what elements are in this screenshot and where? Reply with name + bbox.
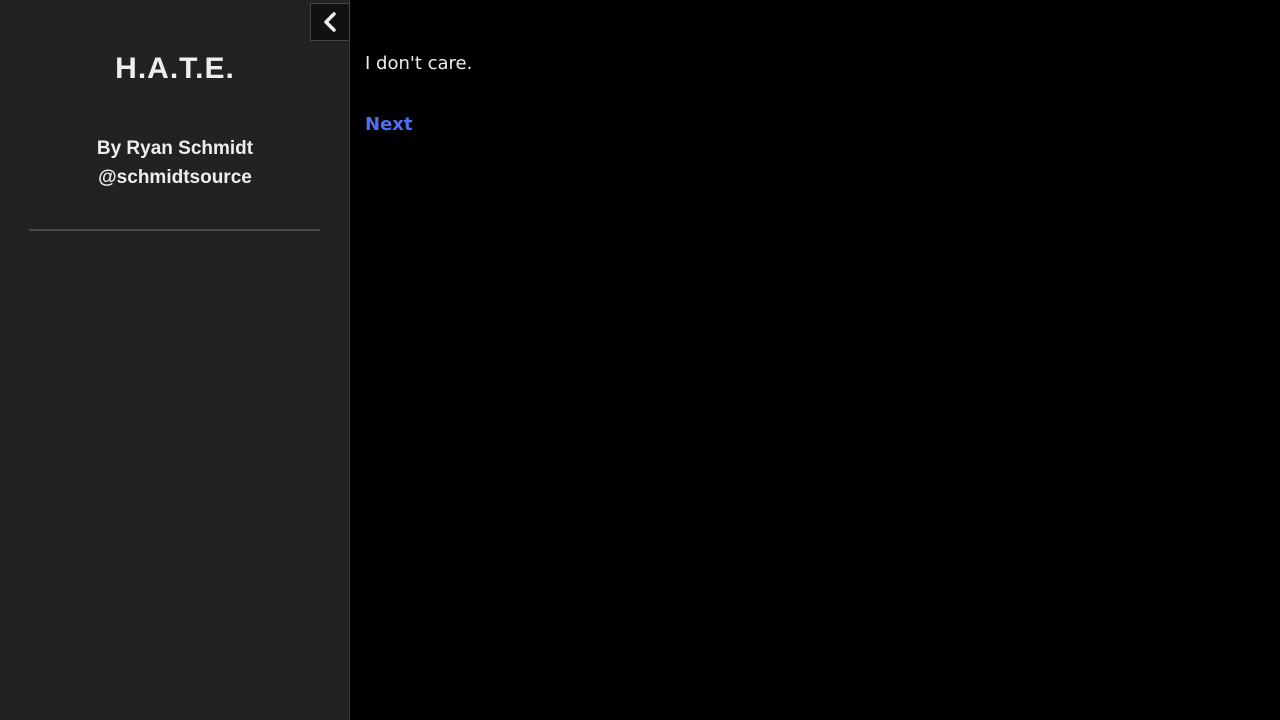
story-sidebar: H.A.T.E. By Ryan Schmidt @schmidtsource bbox=[0, 0, 350, 720]
sidebar-divider bbox=[29, 229, 320, 231]
passage-text: I don't care. bbox=[365, 53, 473, 74]
author-name: By Ryan Schmidt bbox=[96, 138, 254, 159]
sidebar-toggle-button[interactable] bbox=[310, 3, 350, 41]
next-link[interactable]: Next bbox=[365, 114, 413, 135]
chevron-left-icon bbox=[324, 12, 336, 32]
story-author: By Ryan Schmidt @schmidtsource bbox=[0, 134, 350, 192]
passage: I don't care. Next bbox=[365, 50, 1245, 135]
author-handle: @schmidtsource bbox=[98, 167, 252, 188]
story-app: H.A.T.E. By Ryan Schmidt @schmidtsource … bbox=[0, 0, 1280, 720]
story-title: H.A.T.E. bbox=[115, 52, 235, 85]
